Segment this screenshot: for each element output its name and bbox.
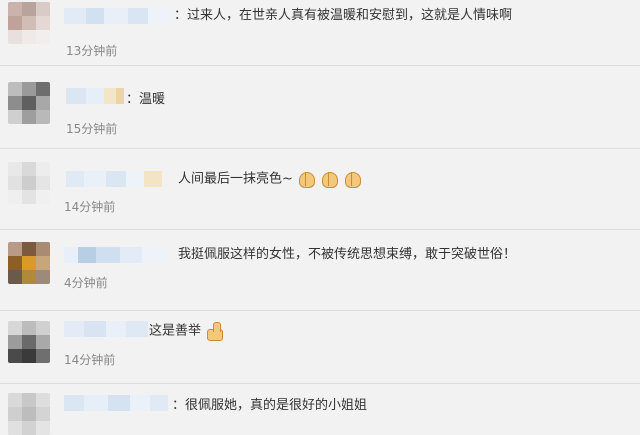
- comment-item: ：温暖 15分钟前: [0, 66, 640, 148]
- comment-content: 这是善举: [149, 323, 202, 339]
- clap-emoji: [319, 170, 339, 188]
- avatar[interactable]: [8, 2, 50, 44]
- avatar[interactable]: [8, 162, 50, 204]
- comment-item: 我挺佩服这样的女性，不被传统思想束缚，敢于突破世俗！ 4分钟前: [0, 230, 640, 310]
- avatar[interactable]: [8, 321, 50, 363]
- comment-text: ：温暖: [126, 91, 165, 109]
- username[interactable]: [66, 171, 162, 187]
- comment-separator: ：: [174, 8, 188, 23]
- thumbs-up-emoji: [204, 322, 224, 341]
- avatar[interactable]: [8, 393, 50, 435]
- timestamp: 13分钟前: [66, 44, 118, 58]
- comment-separator: ：: [126, 92, 140, 107]
- comment-content: 人间最后一抹亮色~: [178, 171, 293, 187]
- comment-text: ：过来人，在世亲人真有被温暖和安慰到，这就是人情味啊: [174, 7, 512, 25]
- comment-text: 人间最后一抹亮色~: [178, 170, 362, 189]
- clap-emoji: [296, 170, 316, 188]
- comment-text: ：很佩服她，真的是很好的小姐姐: [172, 397, 367, 415]
- comment-item: ：很佩服她，真的是很好的小姐姐: [0, 384, 640, 435]
- username[interactable]: [64, 247, 168, 263]
- comment-item: 人间最后一抹亮色~ 14分钟前: [0, 149, 640, 229]
- comment-item: ：过来人，在世亲人真有被温暖和安慰到，这就是人情味啊 13分钟前: [0, 0, 640, 65]
- comment-text: 我挺佩服这样的女性，不被传统思想束缚，敢于突破世俗！: [178, 246, 516, 264]
- avatar[interactable]: [8, 82, 50, 124]
- avatar[interactable]: [8, 242, 50, 284]
- username[interactable]: [64, 8, 172, 24]
- comment-content: 过来人，在世亲人真有被温暖和安慰到，这就是人情味啊: [187, 8, 513, 23]
- username[interactable]: [64, 321, 148, 337]
- timestamp: 15分钟前: [66, 122, 118, 136]
- comment-item: 这是善举 14分钟前: [0, 311, 640, 383]
- username[interactable]: [64, 395, 168, 411]
- username[interactable]: [66, 88, 124, 104]
- comment-list: ：过来人，在世亲人真有被温暖和安慰到，这就是人情味啊 13分钟前 ：温暖 15分…: [0, 0, 640, 435]
- comment-text: 这是善举: [149, 322, 224, 341]
- clap-emoji: [342, 170, 362, 188]
- timestamp: 4分钟前: [64, 276, 108, 290]
- timestamp: 14分钟前: [64, 200, 116, 214]
- comment-content: 我挺佩服这样的女性，不被传统思想束缚，敢于突破世俗！: [178, 247, 517, 262]
- timestamp: 14分钟前: [64, 353, 116, 367]
- comment-content: 温暖: [139, 92, 166, 107]
